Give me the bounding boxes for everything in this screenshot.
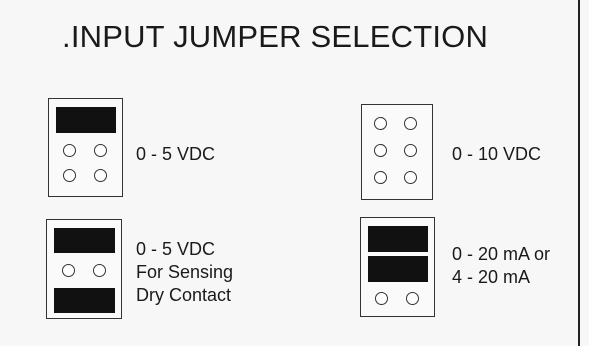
jumper-block-0-10vdc [361, 104, 433, 200]
option-label-0-20ma: 0 - 20 mA or 4 - 20 mA [452, 243, 550, 289]
jumper-pin [374, 117, 387, 130]
option-label-0-5vdc-dry-contact: 0 - 5 VDC For Sensing Dry Contact [136, 238, 233, 307]
jumper-pin [374, 144, 387, 157]
jumper-pin [406, 292, 419, 305]
label-line: 4 - 20 mA [452, 267, 531, 287]
label-line: 0 - 20 mA or [452, 244, 551, 264]
jumper-shunt [368, 226, 428, 252]
label-line: Dry Contact [136, 285, 232, 305]
jumper-pin [404, 171, 417, 184]
label-line: 0 - 10 VDC [452, 144, 542, 164]
jumper-block-0-20ma [360, 217, 435, 317]
label-line: For Sensing [136, 262, 234, 282]
jumper-shunt [54, 228, 115, 253]
jumper-shunt [368, 256, 428, 282]
jumper-pin [94, 169, 107, 182]
jumper-selection-panel: .INPUT JUMPER SELECTION 0 - 5 VDC 0 - 10… [0, 0, 580, 346]
jumper-pin [94, 144, 107, 157]
jumper-pin [404, 117, 417, 130]
jumper-pin [375, 292, 388, 305]
jumper-pin [62, 264, 75, 277]
label-line: 0 - 5 VDC [136, 144, 216, 164]
option-label-0-5vdc: 0 - 5 VDC [136, 143, 215, 166]
label-line: 0 - 5 VDC [136, 239, 216, 259]
option-label-0-10vdc: 0 - 10 VDC [452, 143, 541, 166]
jumper-shunt [54, 288, 115, 313]
jumper-pin [63, 144, 76, 157]
jumper-block-0-5vdc-dry-contact [46, 219, 122, 319]
jumper-shunt [56, 107, 116, 133]
jumper-pin [93, 264, 106, 277]
jumper-block-0-5vdc [48, 98, 123, 197]
jumper-pin [404, 144, 417, 157]
page-title: .INPUT JUMPER SELECTION [62, 19, 489, 54]
jumper-pin [63, 169, 76, 182]
jumper-pin [374, 171, 387, 184]
